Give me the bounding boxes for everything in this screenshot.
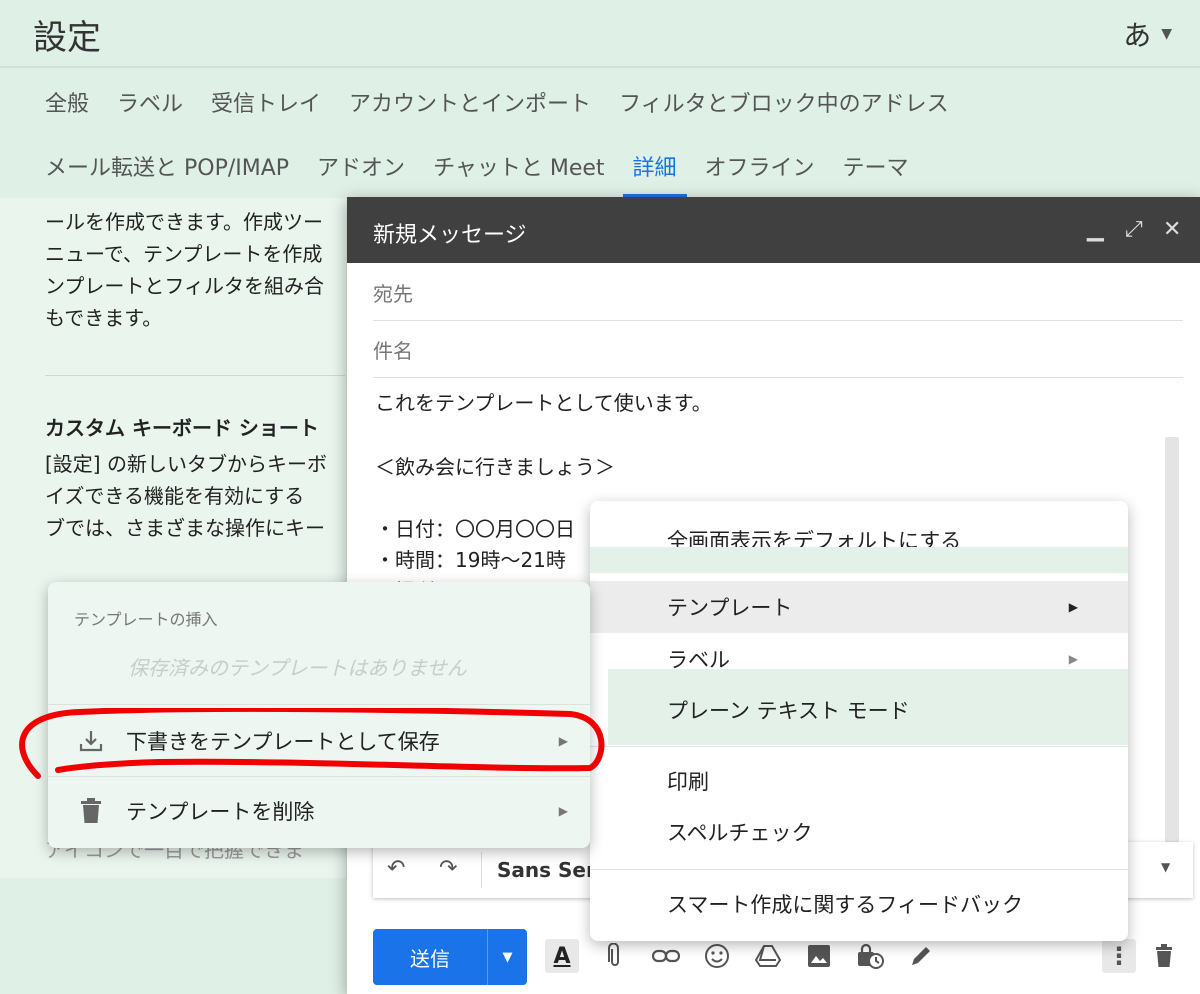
settings-text-line: ニューで、テンプレートを作成 [45,242,323,266]
minimize-icon[interactable]: ▁ [1087,217,1104,242]
chevron-down-icon: ▼ [1161,26,1172,42]
trash-icon [76,796,106,826]
tab-filters[interactable]: フィルタとブロック中のアドレス [619,86,949,118]
submenu-arrow-icon: ▶ [558,734,568,748]
input-language-label: あ [1123,19,1152,52]
settings-text-line: [設定] の新しいタブからキーボ [45,452,327,476]
send-options-icon[interactable]: ▼ [488,929,527,985]
attach-icon[interactable] [598,939,632,973]
tab-chat-meet[interactable]: チャットと Meet [433,150,604,182]
section-divider [45,375,345,376]
to-placeholder: 宛先 [373,282,413,306]
save-draft-as-template-item[interactable]: 下書きをテンプレートとして保存 ▶ [48,712,590,770]
submenu-arrow-icon: ▶ [558,804,568,818]
more-formatting-icon[interactable]: ▼ [1161,860,1170,874]
input-tools-button[interactable]: あ ▼ [1123,14,1172,54]
menu-item-templates[interactable]: テンプレート ▶ [590,581,1128,633]
page-title: 設定 [33,18,101,58]
menu-separator [48,776,590,777]
section-heading: カスタム キーボード ショート [45,416,319,440]
body-line: ＜飲み会に行きましょう＞ [375,455,615,479]
toolbar-divider [481,852,482,888]
tab-labels[interactable]: ラベル [117,86,183,118]
tab-addons[interactable]: アドオン [317,150,405,182]
menu-item-smart-compose-feedback[interactable]: スマート作成に関するフィードバック [590,877,1128,931]
settings-text-line: ブでは、さまざまな操作にキー [45,516,325,540]
compose-header: 新規メッセージ ▁ ⤢ ✕ [347,197,1200,263]
insert-photo-icon[interactable] [802,939,836,973]
subject-field[interactable]: 件名 [373,321,1183,378]
confidential-mode-icon[interactable] [853,939,887,973]
undo-icon[interactable]: ↶ [387,856,405,881]
download-icon [76,726,106,756]
submenu-arrow-icon: ▶ [1068,652,1078,666]
tab-themes[interactable]: テーマ [843,150,909,182]
tab-advanced[interactable]: 詳細 [622,150,687,197]
settings-text-line: ールを作成できます。作成ツー [45,210,323,234]
tab-inbox[interactable]: 受信トレイ [211,86,321,118]
template-submenu: テンプレートの挿入 保存済みのテンプレートはありません 下書きをテンプレートとし… [48,582,590,848]
tab-offline[interactable]: オフライン [705,150,815,182]
more-options-menu: 全画面表示をデフォルトにする テンプレート ▶ ラベル ▶ プレーン テキスト … [590,501,1128,941]
submenu-arrow-icon: ▶ [1068,600,1078,614]
tab-forwarding[interactable]: メール転送と POP/IMAP [45,150,289,182]
fullscreen-icon[interactable]: ⤢ [1125,217,1143,242]
tab-accounts[interactable]: アカウントとインポート [349,86,591,118]
settings-text-line: ンプレートとフィルタを組み合 [45,274,324,298]
link-icon[interactable] [649,939,683,973]
menu-item-plain-text[interactable]: プレーン テキスト モード [590,685,1128,735]
no-templates-text: 保存済みのテンプレートはありません [128,656,467,680]
menu-item-label: スマート作成に関するフィードバック [667,893,1023,917]
menu-item-spellcheck[interactable]: スペルチェック [590,807,1128,857]
menu-separator [48,704,590,705]
drive-icon[interactable] [751,939,785,973]
menu-item-label: 下書きをテンプレートとして保存 [126,730,440,754]
settings-tabs-row-2: メール転送と POP/IMAP アドオン チャットと Meet 詳細 オフライン… [45,150,937,197]
menu-item-label: プレーン テキスト モード [667,699,910,723]
to-field[interactable]: 宛先 [373,264,1183,321]
menu-separator [590,869,1128,870]
signature-icon[interactable] [904,939,938,973]
discard-draft-icon[interactable] [1147,939,1181,973]
delete-template-item[interactable]: テンプレートを削除 ▶ [48,782,590,840]
menu-hover-band [590,547,1128,573]
header-divider [0,66,1200,68]
tab-general[interactable]: 全般 [45,86,89,118]
send-button[interactable]: 送信 ▼ [373,929,527,985]
send-label: 送信 [410,946,450,971]
more-options-icon[interactable]: ⋮ [1102,939,1136,973]
menu-item-label: テンプレートを削除 [126,800,315,824]
subject-placeholder: 件名 [373,339,413,363]
template-insert-header: テンプレートの挿入 [74,610,218,629]
body-line: これをテンプレートとして使います。 [375,391,712,415]
menu-item-print[interactable]: 印刷 [590,755,1128,807]
settings-text-line: イズできる機能を有効にする [45,484,305,508]
compose-title: 新規メッセージ [373,223,527,248]
menu-item-label: テンプレート [667,596,793,620]
menu-item-label: 印刷 [667,770,709,794]
emoji-icon[interactable] [700,939,734,973]
formatting-options-icon[interactable]: A [545,939,579,973]
body-scrollbar[interactable] [1165,437,1179,857]
menu-separator [590,746,1128,747]
body-line: ・日付：〇〇月〇〇日 [375,517,575,541]
settings-text-line: もできます。 [45,306,163,330]
redo-icon[interactable]: ↷ [439,856,457,881]
body-line: ・時間：19時〜21時 [375,548,566,572]
menu-item-label: スペルチェック [667,821,813,845]
close-icon[interactable]: ✕ [1163,217,1181,242]
settings-tabs-row-1: 全般 ラベル 受信トレイ アカウントとインポート フィルタとブロック中のアドレス [45,86,977,118]
